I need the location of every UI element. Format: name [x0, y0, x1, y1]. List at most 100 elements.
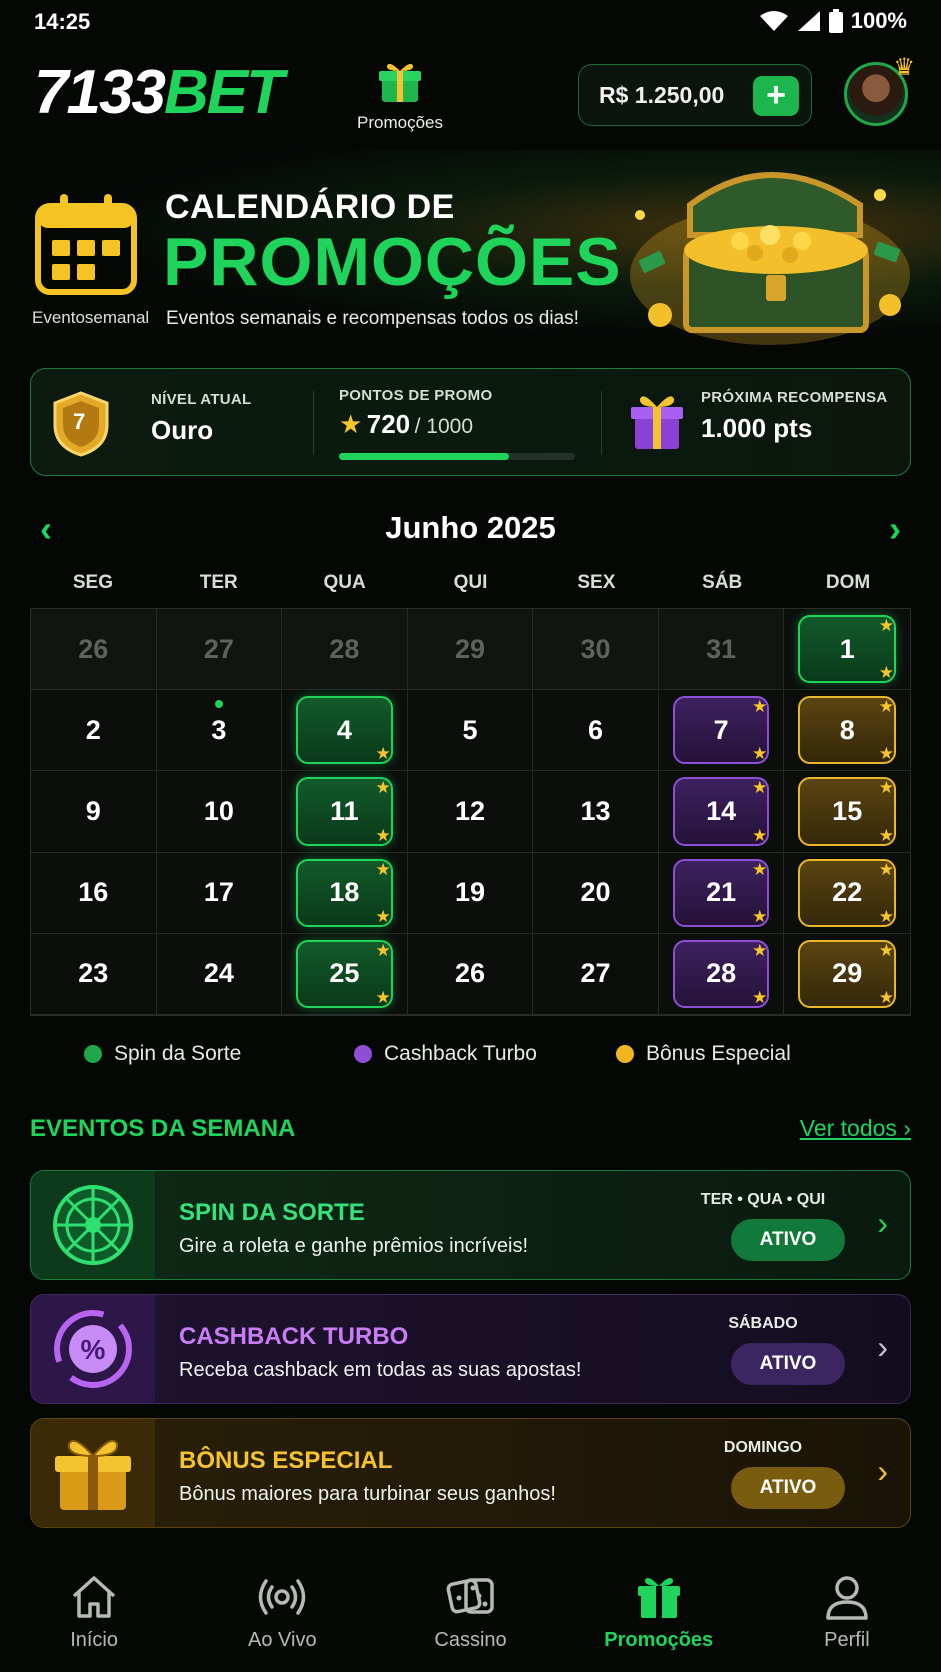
event-description: Bônus maiores para turbinar seus ganhos!	[179, 1483, 556, 1505]
nav-tab-promotions[interactable]: Promoções	[565, 1560, 753, 1672]
calendar-day[interactable]: 12	[407, 771, 534, 853]
calendar-day[interactable]: 17	[156, 852, 283, 934]
calendar-day-number: 17	[203, 877, 234, 908]
calendar-day[interactable]: 11 ★ ★	[282, 771, 408, 853]
hero-title-line2: PROMOÇÕES	[163, 224, 622, 300]
event-card-cashback[interactable]: % CASHBACK TURBO Receba cashback em toda…	[30, 1294, 911, 1404]
nav-label: Promoções	[604, 1629, 714, 1651]
promotions-shortcut[interactable]: Promoções	[348, 60, 452, 133]
calendar-day[interactable]: 13	[533, 771, 659, 853]
star-icon: ★	[375, 987, 391, 1007]
calendar-day-number: 11	[330, 795, 359, 826]
nav-label: Ao Vivo	[248, 1629, 317, 1651]
deposit-button[interactable]: +	[753, 76, 799, 116]
weekly-events-header: EVENTOS DA SEMANA Ver todos ›	[30, 1115, 911, 1149]
weekday-label: SEX	[577, 572, 616, 593]
calendar-day[interactable]: 22 ★ ★	[784, 853, 910, 934]
calendar-day[interactable]: 18 ★ ★	[282, 852, 408, 934]
legend-label: Spin da Sorte	[114, 1042, 242, 1065]
today-indicator-dot	[214, 700, 223, 709]
event-name: SPIN DA SORTE	[179, 1199, 365, 1226]
player-stats-panel: 7 NÍVEL ATUAL Ouro PONTOS DE PROMO ★ 720…	[30, 368, 911, 476]
star-icon: ★	[878, 940, 894, 960]
calendar-day[interactable]: 1 ★ ★	[784, 609, 910, 691]
calendar-day[interactable]: 27	[156, 609, 283, 691]
calendar-day[interactable]: 29	[407, 609, 534, 691]
weekday-header: SEG TER QUA QUI SEX SÁB DOM	[30, 572, 911, 602]
nav-tab-profile[interactable]: Perfil	[753, 1560, 941, 1672]
status-icons: 100%	[759, 8, 907, 34]
calendar-day[interactable]: 4 ★	[282, 690, 408, 772]
calendar-day[interactable]: 9	[31, 771, 157, 853]
month-navigation: ‹ Junho 2025 ›	[0, 502, 941, 552]
calendar-day-number: 25	[329, 958, 360, 989]
event-description: Receba cashback em todas as suas apostas…	[179, 1359, 582, 1381]
calendar-day[interactable]: 16	[31, 852, 157, 934]
event-card-spin[interactable]: SPIN DA SORTE Gire a roleta e ganhe prêm…	[30, 1170, 911, 1280]
svg-text:%: %	[81, 1334, 106, 1365]
calendar-day[interactable]: 5	[407, 690, 534, 772]
star-icon: ★	[375, 744, 391, 764]
chevron-right-icon[interactable]: ›	[877, 1453, 888, 1490]
calendar-day[interactable]: 26	[407, 933, 534, 1015]
battery-icon	[828, 9, 843, 33]
current-level: 7 NÍVEL ATUAL Ouro	[53, 369, 293, 475]
calendar-day[interactable]: 29 ★ ★	[784, 934, 910, 1015]
brand-logo[interactable]: 7133BET	[34, 62, 284, 124]
calendar-day[interactable]: 28	[282, 609, 408, 691]
user-avatar[interactable]: ♛	[844, 54, 915, 126]
calendar-day[interactable]: 8 ★ ★	[784, 690, 910, 772]
calendar-day[interactable]: 14 ★ ★	[658, 771, 785, 853]
logo-bet: BET	[163, 58, 284, 127]
event-days: DOMINGO	[723, 1439, 803, 1456]
calendar-day[interactable]: 10	[156, 771, 283, 853]
weekday-label: QUI	[453, 572, 488, 593]
chevron-right-icon[interactable]: ›	[877, 1329, 888, 1366]
calendar-day-number: 26	[454, 958, 486, 989]
star-icon: ★	[752, 697, 768, 717]
calendar-day[interactable]: 24	[156, 933, 283, 1015]
calendar-day[interactable]: 6	[533, 690, 659, 772]
nav-tab-home[interactable]: Início	[0, 1560, 188, 1672]
calendar-day-number: 5	[462, 714, 478, 745]
calendar-day-number: 28	[706, 958, 737, 989]
calendar-day[interactable]: 27	[533, 933, 659, 1015]
calendar-day[interactable]: 3	[156, 690, 283, 772]
nav-tab-casino[interactable]: Cassino	[376, 1560, 564, 1672]
calendar-day[interactable]: 30	[533, 609, 659, 691]
calendar-day-number: 27	[203, 633, 234, 664]
star-icon: ★	[375, 940, 391, 960]
calendar-legend: Spin da Sorte Cashback Turbo Bônus Espec…	[30, 1042, 911, 1072]
event-name: CASHBACK TURBO	[179, 1323, 409, 1350]
chevron-right-icon[interactable]: ›	[877, 1205, 888, 1242]
calendar-day[interactable]: 25 ★ ★	[282, 933, 408, 1015]
star-icon: ★	[375, 778, 391, 798]
level-label: NÍVEL ATUAL	[151, 391, 252, 408]
next-reward: PRÓXIMA RECOMPENSA 1.000 pts	[629, 369, 909, 475]
event-name: BÔNUS ESPECIAL	[179, 1447, 393, 1474]
calendar-day[interactable]: 7 ★ ★	[658, 690, 785, 772]
calendar-day[interactable]: 31	[658, 609, 785, 691]
level-value: Ouro	[151, 415, 214, 445]
see-all-link[interactable]: Ver todos ›	[800, 1115, 911, 1142]
calendar-day-number: 7	[713, 714, 729, 745]
calendar-day[interactable]: 20	[533, 852, 659, 934]
balance-box[interactable]: R$ 1.250,00 +	[578, 64, 812, 126]
event-card-bonus[interactable]: BÔNUS ESPECIAL Bônus maiores para turbin…	[30, 1418, 911, 1528]
logo-number: 7133	[34, 58, 166, 127]
calendar-day[interactable]: 2	[31, 690, 157, 772]
dice-icon	[446, 1578, 494, 1614]
calendar-day[interactable]: 21 ★ ★	[658, 852, 785, 934]
nav-tab-live[interactable]: Ao Vivo	[188, 1560, 376, 1672]
legend-label: Cashback Turbo	[384, 1042, 537, 1065]
next-month-button[interactable]: ›	[889, 508, 901, 550]
calendar-day[interactable]: 23	[31, 933, 157, 1015]
calendar-day-number: 23	[78, 958, 109, 989]
calendar-day[interactable]: 26	[31, 609, 157, 691]
calendar-day-number: 20	[580, 877, 611, 908]
calendar-day[interactable]: 19	[407, 852, 534, 934]
calendar-icon	[35, 194, 137, 295]
home-icon	[72, 1576, 116, 1618]
calendar-day[interactable]: 28 ★ ★	[658, 933, 785, 1015]
calendar-day[interactable]: 15 ★ ★	[784, 771, 910, 853]
